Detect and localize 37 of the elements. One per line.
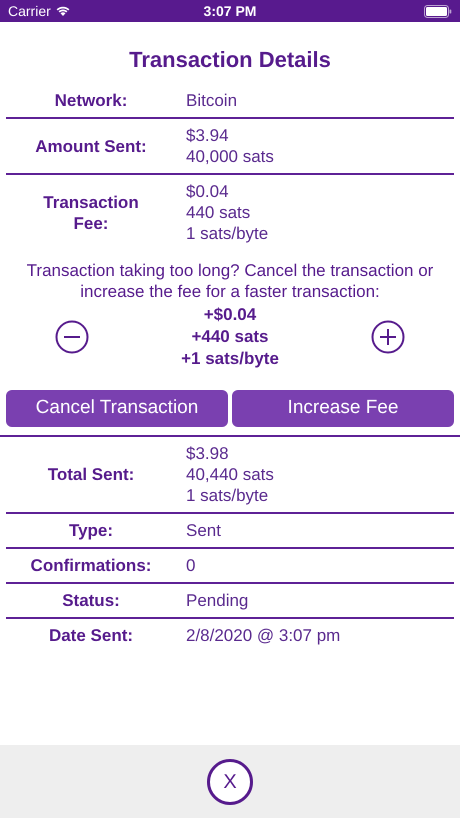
- minus-button[interactable]: [55, 320, 89, 354]
- minus-icon: [55, 320, 89, 354]
- fee-prompt: Transaction taking too long? Cancel the transaction or increase the fee for a faster transaction:: [26, 260, 434, 302]
- detail-value: 40,000 sats: [186, 146, 274, 167]
- detail-label: Network:: [54, 90, 128, 111]
- detail-label: Total Sent:: [46, 464, 136, 485]
- action-button[interactable]: Increase Fee: [232, 390, 454, 427]
- detail-value: 1 sats/byte: [186, 223, 268, 244]
- page-title: Transaction Details: [128, 46, 332, 74]
- detail-label: Amount Sent:: [34, 136, 148, 156]
- detail-value: 440 sats: [186, 202, 252, 223]
- detail-value: 2/8/2020 @ 3:07 pm: [186, 625, 340, 646]
- detail-label: Transaction Fee:: [42, 192, 140, 234]
- detail-value: Sent: [186, 520, 221, 541]
- fee-increment: +1 sats/byte: [181, 348, 279, 370]
- detail-value: 0: [186, 555, 196, 576]
- detail-label: Confirmations:: [30, 555, 152, 576]
- detail-value: Bitcoin: [186, 90, 238, 111]
- detail-label: Date Sent:: [48, 625, 134, 646]
- fee-increment: +$0.04: [204, 304, 256, 326]
- detail-value: Pending: [186, 590, 248, 611]
- battery-icon: [424, 4, 452, 18]
- status-time: 3:07 PM: [204, 2, 256, 20]
- detail-value: 1 sats/byte: [186, 485, 270, 506]
- detail-value: $3.98: [186, 443, 230, 464]
- close-button[interactable]: X: [207, 758, 253, 804]
- fee-increment: +440 sats: [191, 326, 269, 348]
- detail-value: $3.94: [186, 125, 230, 146]
- detail-label: Status:: [61, 590, 121, 611]
- plus-button[interactable]: [371, 320, 405, 354]
- detail-value: $0.04: [186, 181, 230, 202]
- wifi-icon: [54, 5, 71, 17]
- carrier-label: Carrier: [8, 2, 51, 20]
- detail-value: 40,440 sats: [186, 464, 274, 485]
- plus-icon: [371, 320, 405, 354]
- detail-label: Type:: [68, 520, 114, 541]
- action-button[interactable]: Cancel Transaction: [6, 390, 228, 427]
